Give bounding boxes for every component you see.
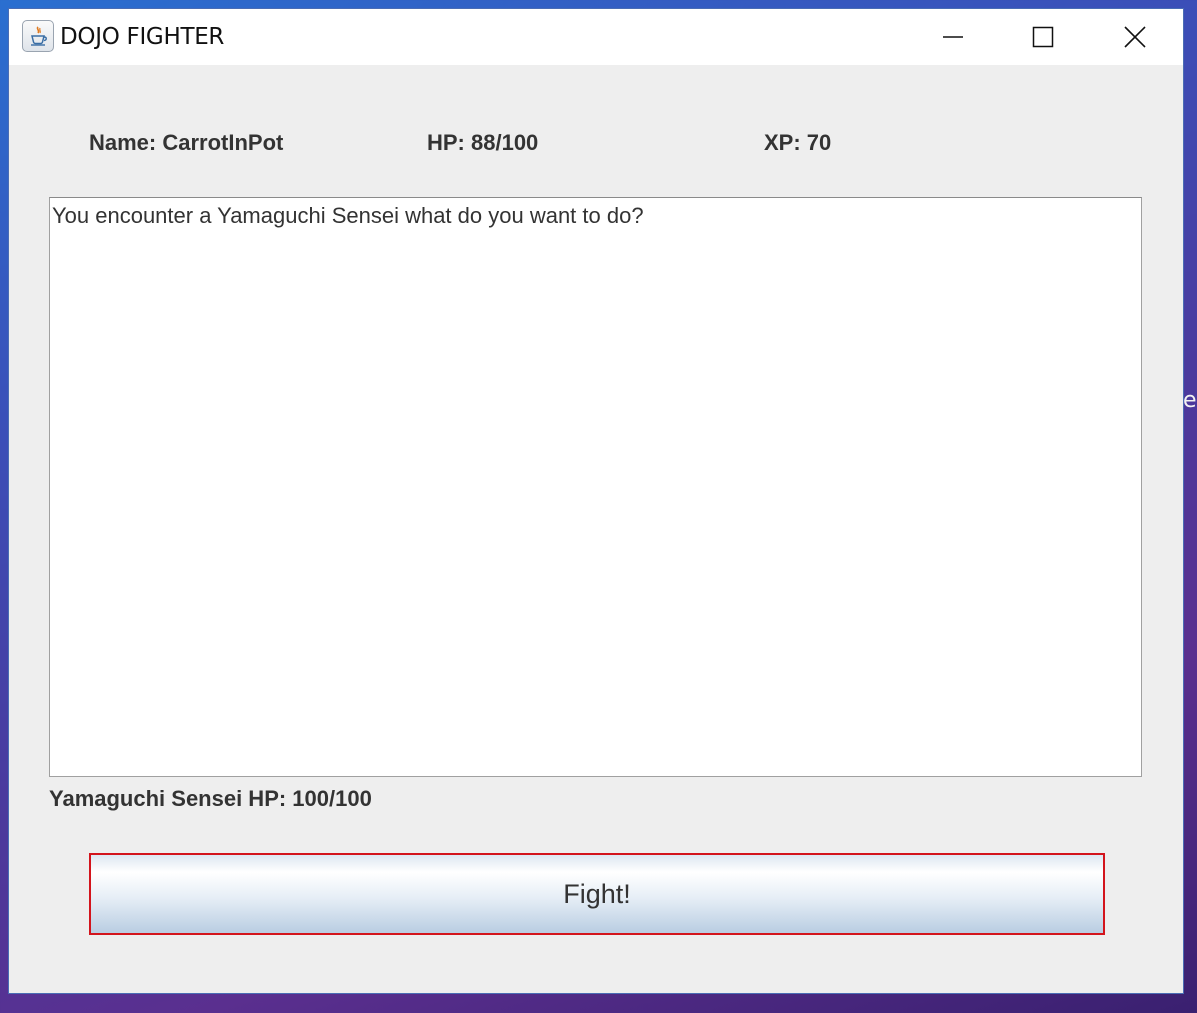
minimize-button[interactable] xyxy=(907,9,999,65)
minimize-icon xyxy=(943,36,963,38)
battle-log-text: You encounter a Yamaguchi Sensei what do… xyxy=(52,203,644,228)
fight-button[interactable]: Fight! xyxy=(89,853,1105,935)
maximize-icon xyxy=(1032,26,1054,48)
title-bar[interactable]: DOJO FIGHTER xyxy=(9,9,1183,65)
player-name-label: Name: CarrotInPot xyxy=(89,130,284,155)
close-button[interactable] xyxy=(1089,9,1181,65)
player-hp-label: HP: 88/100 xyxy=(427,130,539,155)
enemy-hp-label: Yamaguchi Sensei HP: 100/100 xyxy=(49,786,372,811)
maximize-button[interactable] xyxy=(997,9,1089,65)
desktop-peek-text: er xyxy=(1183,388,1197,413)
battle-log-textarea[interactable]: You encounter a Yamaguchi Sensei what do… xyxy=(49,197,1142,777)
close-icon xyxy=(1124,26,1146,48)
app-window: DOJO FIGHTER Name: CarrotInPot HP: 88/10… xyxy=(8,8,1184,994)
window-title: DOJO FIGHTER xyxy=(60,24,225,50)
player-xp-label: XP: 70 xyxy=(764,130,832,155)
java-cup-icon[interactable] xyxy=(22,20,54,52)
fight-button-label: Fight! xyxy=(563,878,631,909)
